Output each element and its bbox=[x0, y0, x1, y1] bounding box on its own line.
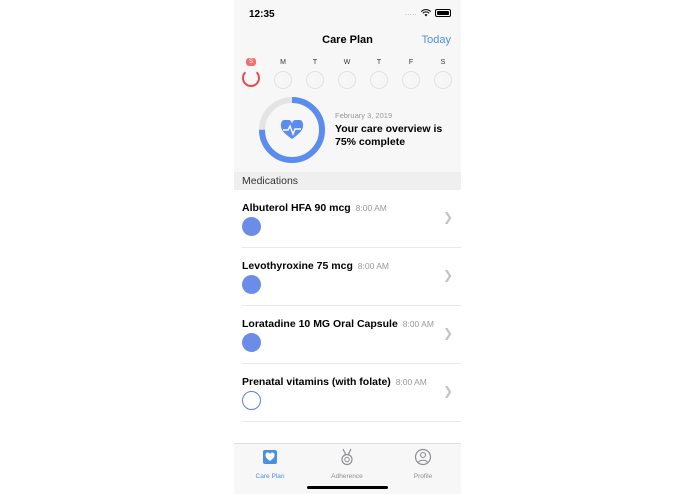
wifi-icon bbox=[421, 9, 431, 17]
profile-icon bbox=[414, 448, 432, 466]
day-friday[interactable]: F bbox=[401, 58, 421, 89]
medication-name: Albuterol HFA 90 mcg bbox=[242, 202, 351, 214]
overview-summary: Your care overview is 75% complete bbox=[335, 123, 443, 148]
status-bar: 12:35 ..... bbox=[234, 0, 461, 28]
day-progress-ring bbox=[434, 71, 452, 89]
day-progress-ring bbox=[274, 71, 292, 89]
medication-time: 8:00 AM bbox=[355, 203, 387, 213]
medication-name: Loratadine 10 MG Oral Capsule bbox=[242, 318, 398, 330]
overview-date: February 3, 2019 bbox=[335, 111, 393, 120]
day-label: T bbox=[376, 59, 382, 66]
medication-time: 8:00 AM bbox=[357, 261, 389, 271]
day-label: T bbox=[312, 59, 318, 66]
medication-list: Albuterol HFA 90 mcg 8:00 AM ❯ Levothyro… bbox=[234, 190, 461, 422]
heart-icon bbox=[280, 120, 304, 139]
day-progress-ring bbox=[402, 71, 420, 89]
day-progress-ring bbox=[370, 71, 388, 89]
completion-button[interactable] bbox=[242, 217, 261, 236]
day-label: F bbox=[408, 59, 414, 66]
list-item[interactable]: Loratadine 10 MG Oral Capsule 8:00 AM ❯ bbox=[242, 306, 461, 364]
day-thursday[interactable]: T bbox=[369, 58, 389, 89]
list-item[interactable]: Albuterol HFA 90 mcg 8:00 AM ❯ bbox=[242, 190, 461, 248]
completion-button[interactable] bbox=[242, 333, 261, 352]
navigation-bar: Care Plan Today bbox=[234, 28, 461, 54]
day-label: S bbox=[440, 59, 446, 66]
list-item[interactable]: Prenatal vitamins (with folate) 8:00 AM … bbox=[242, 364, 461, 422]
tab-adherence[interactable]: Adherence bbox=[317, 448, 377, 480]
status-icons: ..... bbox=[405, 9, 451, 17]
today-button[interactable]: Today bbox=[422, 34, 451, 46]
completion-button[interactable] bbox=[242, 275, 261, 294]
day-label: M bbox=[280, 59, 286, 66]
day-monday[interactable]: M bbox=[273, 58, 293, 89]
day-wednesday[interactable]: W bbox=[337, 58, 357, 89]
day-progress-ring bbox=[306, 71, 324, 89]
section-title: Medications bbox=[242, 175, 299, 187]
day-label: S bbox=[246, 58, 256, 66]
medication-name: Prenatal vitamins (with folate) bbox=[242, 376, 391, 388]
battery-icon bbox=[435, 9, 451, 17]
tab-profile[interactable]: Profile bbox=[393, 448, 453, 480]
tab-label: Profile bbox=[413, 473, 433, 480]
signal-icon: ..... bbox=[404, 9, 417, 17]
medal-icon bbox=[341, 448, 353, 466]
completion-button[interactable] bbox=[242, 391, 261, 410]
list-item[interactable]: Levothyroxine 75 mcg 8:00 AM ❯ bbox=[242, 248, 461, 306]
chevron-right-icon: ❯ bbox=[442, 268, 453, 282]
day-progress-ring bbox=[242, 69, 260, 87]
medication-time: 8:00 AM bbox=[402, 319, 434, 329]
care-plan-icon bbox=[263, 450, 277, 464]
phone-screen: 12:35 ..... Care Plan Today S M T W T F … bbox=[234, 0, 461, 494]
medication-time: 8:00 AM bbox=[395, 377, 427, 387]
tab-label: Adherence bbox=[331, 473, 363, 480]
week-strip: S M T W T F S bbox=[234, 54, 461, 90]
overview-progress-ring bbox=[258, 96, 326, 164]
medication-name: Levothyroxine 75 mcg bbox=[242, 260, 353, 272]
chevron-right-icon: ❯ bbox=[442, 384, 453, 398]
day-saturday[interactable]: S bbox=[433, 58, 453, 89]
chevron-right-icon: ❯ bbox=[442, 210, 453, 224]
home-indicator bbox=[307, 486, 388, 489]
day-sunday[interactable]: S bbox=[241, 58, 261, 87]
care-overview: February 3, 2019 Your care overview is 7… bbox=[234, 90, 461, 172]
day-label: W bbox=[343, 59, 351, 66]
day-progress-ring bbox=[338, 71, 356, 89]
day-tuesday[interactable]: T bbox=[305, 58, 325, 89]
tab-care-plan[interactable]: Care Plan bbox=[240, 448, 300, 480]
section-header: Medications bbox=[234, 172, 461, 190]
tab-label: Care Plan bbox=[255, 473, 285, 480]
chevron-right-icon: ❯ bbox=[442, 326, 453, 340]
status-time: 12:35 bbox=[249, 9, 275, 20]
